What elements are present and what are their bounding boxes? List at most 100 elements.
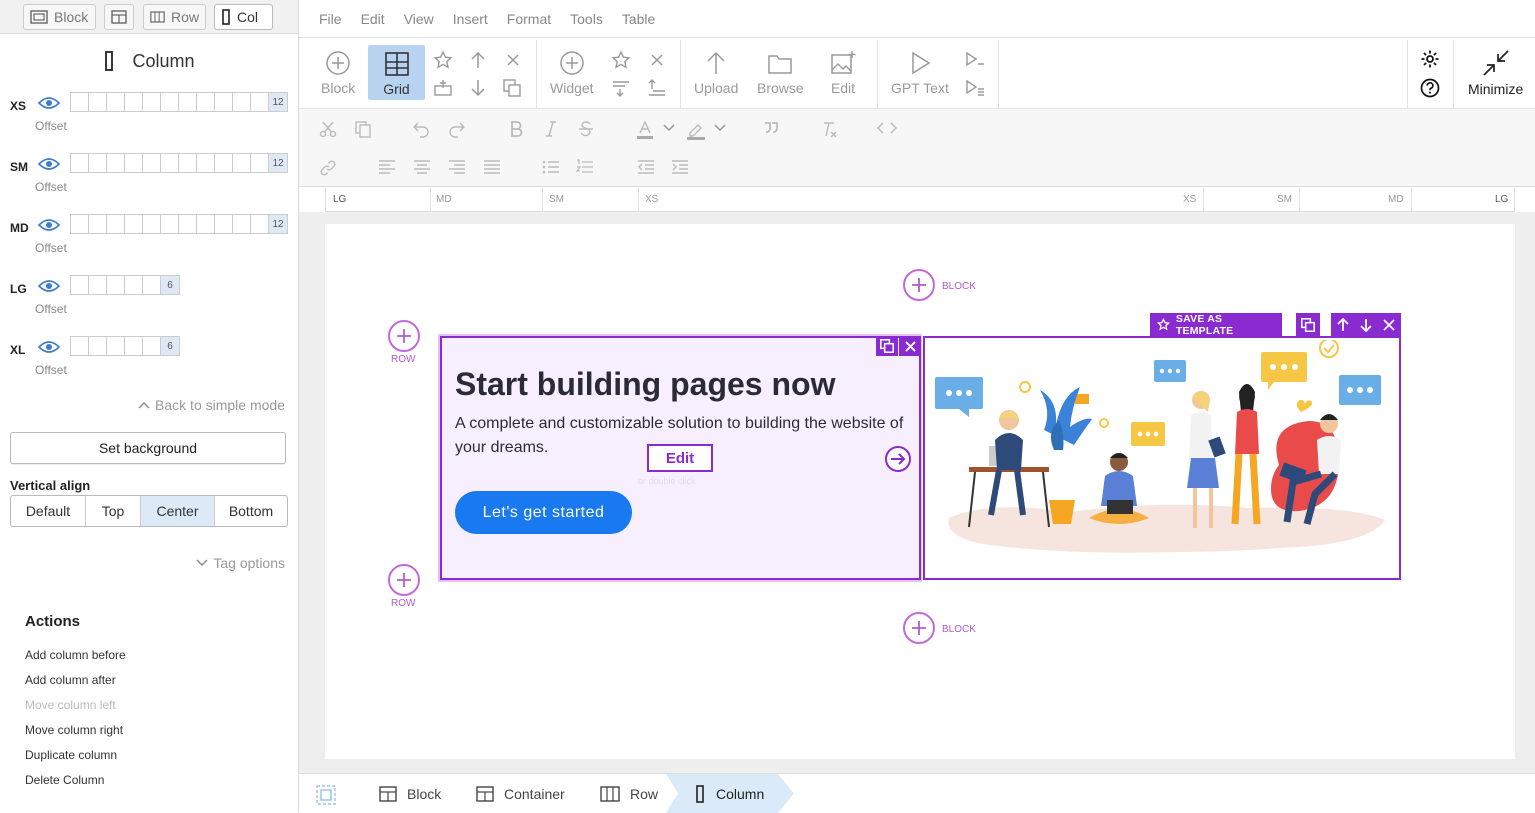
action-add-column-before[interactable]: Add column before bbox=[25, 648, 126, 662]
arrow-up-icon[interactable] bbox=[469, 50, 487, 70]
span-cell[interactable] bbox=[197, 93, 215, 111]
menu-format[interactable]: Format bbox=[507, 11, 551, 27]
span-cell[interactable] bbox=[107, 93, 125, 111]
column-span-grid[interactable]: 12 bbox=[70, 153, 288, 173]
span-cell[interactable] bbox=[143, 154, 161, 172]
span-cell[interactable] bbox=[125, 154, 143, 172]
star-icon[interactable] bbox=[433, 50, 453, 70]
eye-icon[interactable] bbox=[38, 219, 60, 231]
edit-content-button[interactable]: Edit bbox=[647, 444, 713, 472]
gear-icon[interactable] bbox=[1420, 49, 1440, 69]
span-cell[interactable] bbox=[89, 276, 107, 294]
offset-label[interactable]: Offset bbox=[35, 119, 67, 133]
valign-default[interactable]: Default bbox=[11, 496, 86, 526]
span-cell[interactable] bbox=[143, 93, 161, 111]
bold-icon[interactable] bbox=[507, 120, 525, 138]
menu-view[interactable]: View bbox=[404, 11, 434, 27]
tab-container[interactable] bbox=[104, 4, 134, 30]
grid-button[interactable]: Grid bbox=[368, 45, 425, 100]
eye-icon[interactable] bbox=[38, 280, 60, 292]
save-as-template-button[interactable]: SAVE AS TEMPLATE bbox=[1150, 313, 1282, 337]
span-cell[interactable] bbox=[71, 276, 89, 294]
back-to-simple-link[interactable]: Back to simple mode bbox=[138, 397, 285, 413]
span-cell[interactable] bbox=[215, 93, 233, 111]
tab-col[interactable]: Col bbox=[214, 4, 273, 30]
menu-insert[interactable]: Insert bbox=[453, 11, 488, 27]
span-cell[interactable] bbox=[71, 215, 89, 233]
tag-options-toggle[interactable]: Tag options bbox=[196, 555, 285, 571]
span-cell[interactable] bbox=[197, 215, 215, 233]
span-cell[interactable] bbox=[125, 215, 143, 233]
add-block-bottom-button[interactable] bbox=[903, 612, 935, 644]
span-cell[interactable] bbox=[107, 337, 125, 355]
source-code-icon[interactable] bbox=[877, 120, 897, 136]
column-delete-button[interactable] bbox=[899, 336, 921, 356]
numbered-list-icon[interactable] bbox=[576, 159, 594, 175]
span-cell[interactable] bbox=[125, 337, 143, 355]
arrow-up-icon[interactable] bbox=[1337, 317, 1349, 332]
play-list-icon[interactable] bbox=[965, 79, 985, 97]
span-cell[interactable]: 12 bbox=[269, 154, 287, 172]
span-cell[interactable] bbox=[143, 276, 161, 294]
valign-top[interactable]: Top bbox=[86, 496, 141, 526]
breadcrumb-block[interactable]: Block bbox=[379, 774, 441, 813]
strikethrough-icon[interactable] bbox=[577, 120, 595, 138]
span-cell[interactable] bbox=[179, 93, 197, 111]
span-cell[interactable]: 12 bbox=[269, 215, 287, 233]
span-cell[interactable] bbox=[161, 93, 179, 111]
offset-label[interactable]: Offset bbox=[35, 363, 67, 377]
action-duplicate-column[interactable]: Duplicate column bbox=[25, 748, 117, 762]
close-icon[interactable] bbox=[1383, 318, 1395, 331]
breadcrumb-container[interactable]: Container bbox=[476, 774, 565, 813]
edit-image-button[interactable]: Edit bbox=[830, 50, 856, 96]
action-delete-column[interactable]: Delete Column bbox=[25, 773, 104, 787]
span-cell[interactable] bbox=[251, 93, 269, 111]
span-cell[interactable] bbox=[161, 215, 179, 233]
align-right-icon[interactable] bbox=[448, 159, 466, 175]
align-justify-icon[interactable] bbox=[483, 159, 501, 175]
minimize-button[interactable]: Minimize bbox=[1468, 49, 1523, 97]
column-span-grid[interactable]: 12 bbox=[70, 92, 288, 112]
span-cell[interactable] bbox=[89, 93, 107, 111]
span-cell[interactable] bbox=[89, 215, 107, 233]
offset-label[interactable]: Offset bbox=[35, 302, 67, 316]
redo-icon[interactable] bbox=[448, 120, 466, 138]
span-cell[interactable] bbox=[89, 337, 107, 355]
breadcrumb-row[interactable]: Row bbox=[600, 774, 658, 813]
text-color-icon[interactable] bbox=[636, 120, 654, 140]
menu-table[interactable]: Table bbox=[622, 11, 655, 27]
offset-label[interactable]: Offset bbox=[35, 180, 67, 194]
span-cell[interactable] bbox=[71, 93, 89, 111]
add-row-bottom-button[interactable] bbox=[388, 564, 420, 596]
upload-button[interactable]: Upload bbox=[694, 50, 738, 96]
column-span-grid[interactable]: 6 bbox=[70, 275, 180, 295]
menu-tools[interactable]: Tools bbox=[570, 11, 603, 27]
close-icon[interactable] bbox=[649, 52, 665, 68]
span-cell[interactable] bbox=[107, 276, 125, 294]
bullet-list-icon[interactable] bbox=[542, 159, 560, 175]
span-cell[interactable] bbox=[215, 154, 233, 172]
select-frame-icon[interactable] bbox=[315, 784, 337, 806]
span-cell[interactable] bbox=[179, 215, 197, 233]
action-move-column-right[interactable]: Move column right bbox=[25, 723, 123, 737]
span-cell[interactable] bbox=[125, 93, 143, 111]
help-icon[interactable] bbox=[1420, 78, 1440, 98]
blockquote-icon[interactable] bbox=[763, 120, 779, 136]
block-button[interactable]: Block bbox=[321, 50, 355, 96]
column-span-grid[interactable]: 12 bbox=[70, 214, 288, 234]
eye-icon[interactable] bbox=[38, 97, 60, 109]
clear-format-icon[interactable] bbox=[820, 120, 838, 138]
span-cell[interactable] bbox=[251, 215, 269, 233]
play-line-icon[interactable] bbox=[965, 51, 985, 67]
duplicate-icon[interactable] bbox=[503, 79, 521, 97]
chevron-down-icon[interactable] bbox=[714, 124, 726, 132]
action-add-column-after[interactable]: Add column after bbox=[25, 673, 116, 687]
offset-label[interactable]: Offset bbox=[35, 241, 67, 255]
indent-icon[interactable] bbox=[671, 159, 689, 175]
tab-row[interactable]: Row bbox=[143, 4, 206, 30]
span-cell[interactable] bbox=[89, 154, 107, 172]
span-cell[interactable] bbox=[161, 154, 179, 172]
arrow-down-icon[interactable] bbox=[469, 78, 487, 98]
italic-icon[interactable] bbox=[542, 120, 560, 138]
align-bottom-icon[interactable] bbox=[647, 79, 667, 97]
